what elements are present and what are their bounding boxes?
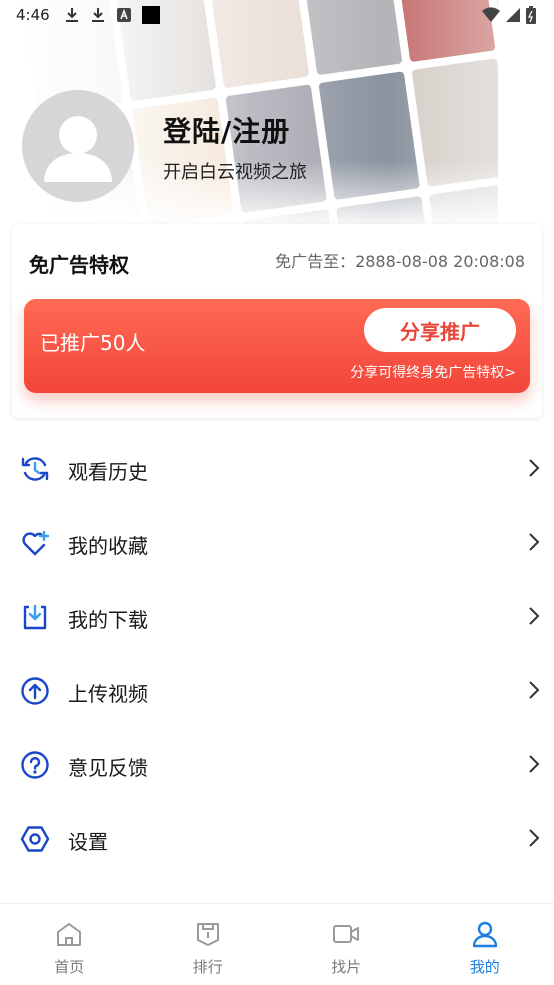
- home-icon: [55, 920, 83, 948]
- heart-plus-icon: [20, 528, 50, 558]
- profile-subtitle: 开启白云视频之旅: [163, 158, 307, 184]
- menu-label: 设置: [68, 826, 108, 855]
- user-icon: [471, 920, 499, 948]
- ranking-icon: [194, 920, 222, 948]
- tab-label: 找片: [277, 956, 416, 977]
- menu-item-downloads[interactable]: 我的下载: [0, 580, 554, 654]
- status-system: [482, 6, 536, 24]
- header-edge: [498, 0, 554, 230]
- chevron-right-icon: [528, 753, 540, 775]
- menu-item-history[interactable]: 观看历史: [0, 432, 554, 506]
- chevron-right-icon: [528, 679, 540, 701]
- tab-mine[interactable]: 我的: [416, 904, 554, 985]
- history-icon: [20, 454, 50, 484]
- user-placeholder-icon: [22, 90, 134, 202]
- promotion-banner: 已推广50人 分享推广 分享可得终身免广告特权>: [24, 299, 530, 393]
- promotion-note-link[interactable]: 分享可得终身免广告特权>: [350, 362, 516, 382]
- menu-label: 我的收藏: [68, 530, 148, 559]
- menu-item-upload[interactable]: 上传视频: [0, 654, 554, 728]
- menu-label: 观看历史: [68, 456, 148, 485]
- chevron-right-icon: [528, 531, 540, 553]
- tab-find[interactable]: 找片: [277, 904, 416, 985]
- menu-label: 我的下载: [68, 604, 148, 633]
- status-bar: 4:46: [0, 0, 554, 30]
- tab-label: 首页: [0, 956, 139, 977]
- avatar[interactable]: [22, 90, 134, 202]
- login-register-link[interactable]: 登陆/注册: [163, 110, 290, 150]
- square-icon: [142, 6, 160, 24]
- settings-icon: [20, 824, 50, 854]
- battery-icon: [526, 6, 536, 24]
- a-icon: [116, 7, 132, 23]
- promoted-count: 已推广50人: [40, 327, 145, 356]
- download-icon: [90, 7, 106, 23]
- signal-icon: [506, 7, 520, 23]
- status-time: 4:46: [16, 6, 50, 24]
- chevron-right-icon: [528, 827, 540, 849]
- menu-item-settings[interactable]: 设置: [0, 802, 554, 876]
- tab-ranking[interactable]: 排行: [139, 904, 278, 985]
- chevron-right-icon: [528, 605, 540, 627]
- help-icon: [20, 750, 50, 780]
- menu-list: 观看历史 我的收藏 我的下载 上传视频 意见反馈: [0, 432, 554, 876]
- tab-label: 我的: [416, 956, 554, 977]
- bottom-tab-bar: 首页 排行 找片 我的: [0, 903, 554, 985]
- menu-item-feedback[interactable]: 意见反馈: [0, 728, 554, 802]
- wifi-icon: [482, 7, 500, 23]
- ad-free-card: 免广告特权 免广告至：2888-08-08 20:08:08 已推广50人 分享…: [12, 224, 542, 418]
- upload-icon: [20, 676, 50, 706]
- ad-free-title: 免广告特权: [29, 249, 129, 278]
- video-camera-icon: [332, 920, 360, 948]
- menu-label: 上传视频: [68, 678, 148, 707]
- menu-item-favorites[interactable]: 我的收藏: [0, 506, 554, 580]
- status-notifications: [64, 6, 160, 24]
- share-promote-button[interactable]: 分享推广: [364, 308, 516, 352]
- download-icon: [64, 7, 80, 23]
- menu-label: 意见反馈: [68, 752, 148, 781]
- ad-free-expiry: 免广告至：2888-08-08 20:08:08: [275, 248, 525, 272]
- download-box-icon: [20, 602, 50, 632]
- tab-label: 排行: [139, 956, 278, 977]
- tab-home[interactable]: 首页: [0, 904, 139, 985]
- chevron-right-icon: [528, 457, 540, 479]
